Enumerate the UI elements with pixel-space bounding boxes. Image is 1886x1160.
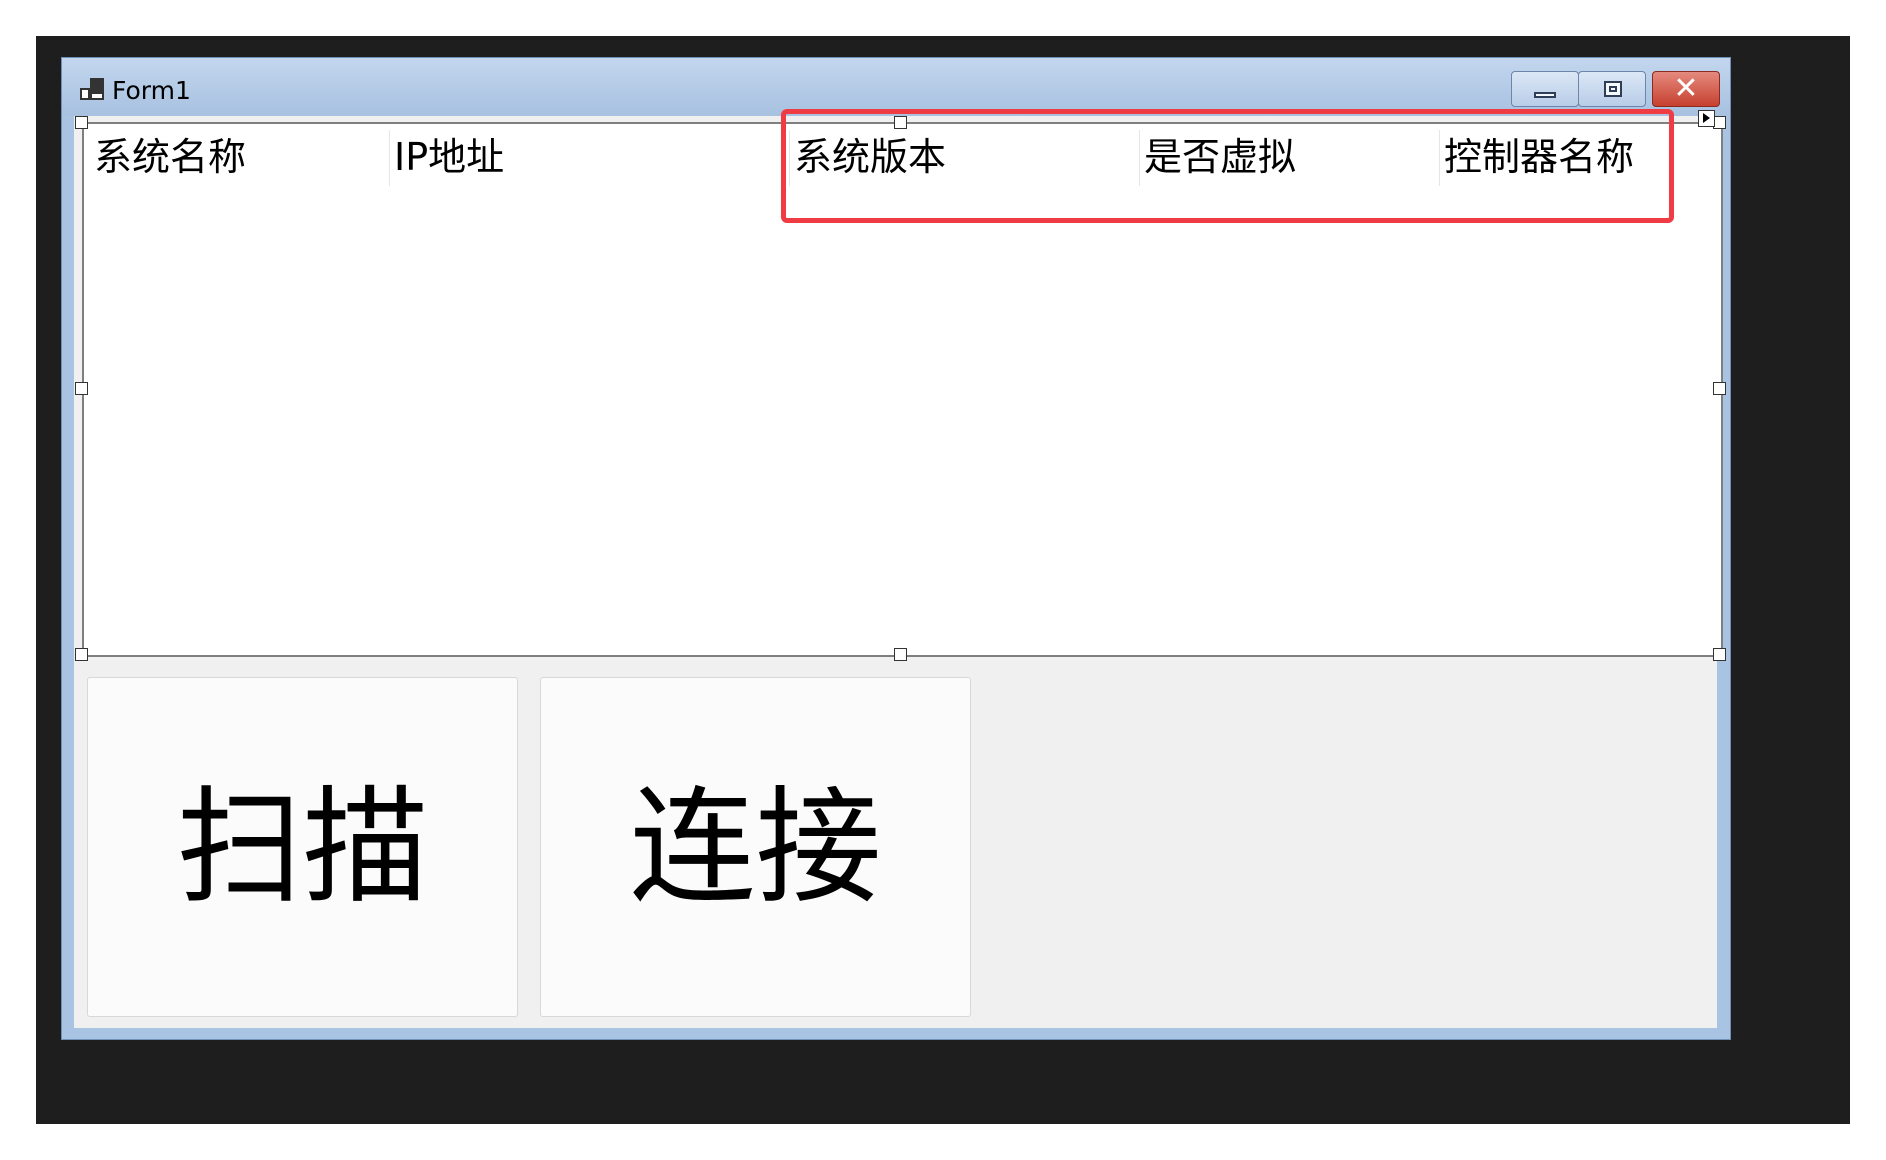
form-icon — [80, 78, 106, 102]
connect-button[interactable]: 连接 — [540, 677, 971, 1017]
screenshot-canvas: Form1 ✕ 系统名称 IP地址 系统版本 是否虚拟 控制器名称 扫描 连接 — [0, 0, 1886, 1160]
column-header-ip-address[interactable]: IP地址 — [394, 130, 504, 184]
resize-handle-left[interactable] — [75, 382, 88, 395]
resize-handle-bottom[interactable] — [894, 648, 907, 661]
smart-tag-arrow-icon[interactable] — [1698, 110, 1715, 127]
window-title: Form1 — [112, 76, 191, 105]
column-header-system-name[interactable]: 系统名称 — [94, 130, 246, 184]
resize-handle-right[interactable] — [1713, 382, 1726, 395]
column-divider[interactable] — [389, 130, 390, 186]
title-bar[interactable]: Form1 ✕ — [62, 58, 1730, 116]
minimize-icon — [1534, 92, 1556, 98]
annotation-highlight-box — [781, 109, 1674, 223]
close-icon: ✕ — [1673, 71, 1699, 106]
maximize-button[interactable] — [1578, 71, 1646, 107]
resize-handle-bottom-right[interactable] — [1713, 648, 1726, 661]
minimize-button[interactable] — [1511, 71, 1579, 107]
resize-handle-top-left[interactable] — [75, 116, 88, 129]
scan-button[interactable]: 扫描 — [87, 677, 518, 1017]
resize-handle-bottom-left[interactable] — [75, 648, 88, 661]
close-button[interactable]: ✕ — [1652, 71, 1720, 107]
maximize-icon — [1604, 81, 1622, 97]
